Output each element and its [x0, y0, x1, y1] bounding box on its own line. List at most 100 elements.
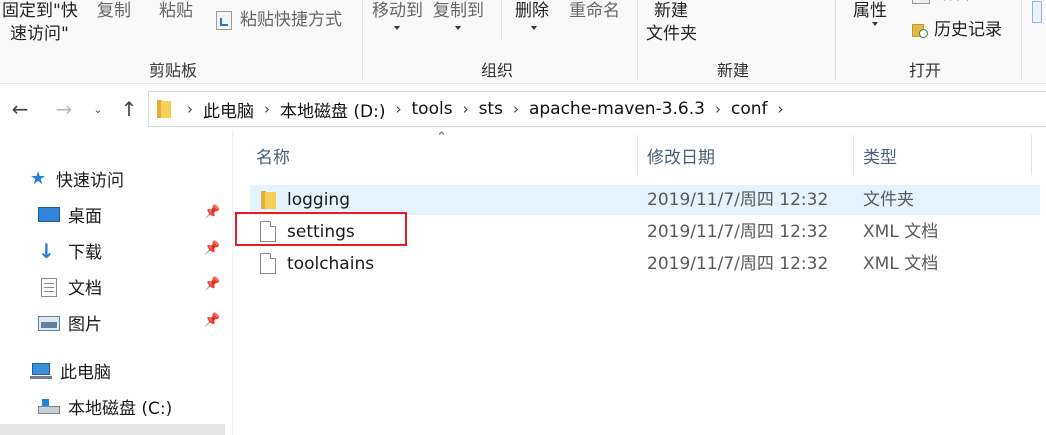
- history-icon: [912, 22, 928, 38]
- new-folder-button[interactable]: 新建 文件夹: [646, 1, 697, 44]
- sidebar-drive-c[interactable]: 本地磁盘 (C:): [38, 394, 172, 419]
- rename-button[interactable]: 重命名: [569, 1, 620, 21]
- history-button[interactable]: 历史记录: [912, 20, 1002, 40]
- star-icon: ★: [30, 168, 47, 189]
- properties-dropdown-icon: [872, 22, 878, 26]
- breadcrumb-separator-icon[interactable]: ›: [715, 100, 721, 118]
- list-item[interactable]: logging 2019/11/7/周四 12:32 文件夹: [250, 185, 1040, 215]
- sidebar-this-pc[interactable]: 此电脑: [30, 358, 111, 383]
- pin-to-quick-access-button[interactable]: 固定到"快 速访问": [2, 1, 78, 44]
- column-header-name[interactable]: 名称: [256, 135, 636, 175]
- drive-icon: [38, 398, 60, 416]
- up-arrow-icon: ↑: [120, 97, 138, 121]
- breadcrumb-apache-maven[interactable]: apache-maven-3.6.3: [529, 99, 705, 119]
- move-to-button[interactable]: 移动到: [372, 1, 423, 21]
- annotation-highlight-box: [235, 212, 407, 246]
- breadcrumb-drive-d[interactable]: 本地磁盘 (D:): [280, 97, 386, 122]
- sidebar-item-desktop[interactable]: 桌面: [38, 202, 102, 227]
- folder-icon: [261, 191, 277, 209]
- paste-shortcut-icon: [216, 10, 232, 30]
- pin-icon[interactable]: 📌: [204, 277, 220, 292]
- organize-group-label: 组织: [481, 61, 514, 80]
- history-label: 历史记录: [934, 20, 1002, 40]
- file-date: 2019/11/7/周四 12:32: [647, 222, 829, 242]
- breadcrumb-separator-icon: ›: [187, 100, 193, 118]
- file-date: 2019/11/7/周四 12:32: [647, 190, 829, 210]
- sidebar-item-downloads[interactable]: ↓ 下载: [38, 238, 102, 264]
- sidebar-item-pictures[interactable]: 图片: [38, 310, 102, 335]
- ribbon: 固定到"快 速访问" 复制 粘贴 粘贴快捷方式 剪贴板 移动到 复制到 删除 重…: [0, 0, 1046, 84]
- new-folder-label-line2: 文件夹: [646, 24, 697, 44]
- edit-icon: [912, 0, 930, 4]
- document-icon: [38, 277, 60, 297]
- paste-shortcut-button[interactable]: 粘贴快捷方式: [216, 10, 342, 30]
- properties-button[interactable]: 属性: [853, 1, 887, 21]
- sidebar-drive-c-label: 本地磁盘 (C:): [68, 399, 173, 419]
- list-item[interactable]: toolchains 2019/11/7/周四 12:32 XML 文档: [250, 249, 1040, 279]
- forward-arrow-icon: →: [55, 97, 73, 121]
- sidebar-item-label: 桌面: [68, 207, 102, 227]
- sidebar-item-label: 图片: [68, 315, 102, 335]
- sidebar-quick-access[interactable]: ★ 快速访问: [30, 166, 124, 191]
- ribbon-divider: [835, 0, 836, 80]
- breadcrumb-separator-icon[interactable]: ›: [463, 100, 469, 118]
- ribbon-divider: [637, 0, 638, 80]
- back-arrow-icon: ←: [11, 97, 29, 121]
- sidebar-item-documents[interactable]: 文档: [38, 274, 102, 299]
- pin-icon[interactable]: 📌: [204, 313, 220, 328]
- forward-button[interactable]: →: [52, 96, 76, 122]
- file-type: XML 文档: [863, 222, 939, 242]
- delete-dropdown-icon: [531, 26, 537, 30]
- open-group-label: 打开: [909, 61, 942, 80]
- breadcrumb-separator-icon[interactable]: ›: [264, 100, 270, 118]
- sidebar-item-label: 文档: [68, 279, 102, 299]
- file-type: XML 文档: [863, 254, 939, 274]
- breadcrumb-separator-icon[interactable]: ›: [396, 100, 402, 118]
- column-divider[interactable]: [853, 135, 854, 175]
- desktop-icon: [38, 206, 60, 224]
- address-bar[interactable]: › 此电脑 › 本地磁盘 (D:) › tools › sts › apache…: [148, 91, 1046, 127]
- sidebar-selected-drive-d[interactable]: [0, 424, 225, 435]
- pin-icon[interactable]: 📌: [204, 241, 220, 256]
- edit-button[interactable]: 编辑: [912, 0, 970, 4]
- move-to-dropdown-icon: [394, 26, 400, 30]
- file-type: 文件夹: [863, 190, 914, 210]
- download-icon: ↓: [38, 238, 55, 263]
- paste-button[interactable]: 粘贴: [159, 1, 193, 21]
- new-folder-label-line1: 新建: [654, 1, 688, 21]
- pin-icon[interactable]: 📌: [204, 205, 220, 220]
- folder-icon: [157, 100, 171, 118]
- recent-locations-button[interactable]: ⌄: [90, 96, 106, 122]
- column-header-date[interactable]: 修改日期: [647, 135, 847, 175]
- copy-to-dropdown-icon: [455, 26, 461, 30]
- file-date: 2019/11/7/周四 12:32: [647, 254, 829, 274]
- copy-button[interactable]: 复制: [97, 1, 131, 21]
- ribbon-divider: [501, 0, 502, 40]
- select-all-icon[interactable]: [1032, 1, 1042, 23]
- ribbon-divider: [362, 0, 363, 80]
- breadcrumb-tools[interactable]: tools: [412, 99, 453, 119]
- pictures-icon: [38, 314, 60, 332]
- breadcrumb-sts[interactable]: sts: [479, 99, 503, 119]
- ribbon-divider: [1021, 0, 1022, 80]
- breadcrumb-this-pc[interactable]: 此电脑: [203, 97, 254, 122]
- column-divider[interactable]: [637, 135, 638, 175]
- edit-label: 编辑: [936, 0, 970, 4]
- sidebar-item-label: 下载: [68, 243, 102, 263]
- breadcrumb-separator-icon[interactable]: ›: [777, 100, 783, 118]
- file-icon: [260, 253, 276, 274]
- breadcrumb-conf[interactable]: conf: [731, 99, 768, 119]
- column-divider[interactable]: [1031, 135, 1032, 175]
- column-header-type[interactable]: 类型: [863, 135, 1023, 175]
- file-name: logging: [287, 190, 350, 210]
- breadcrumb-separator-icon[interactable]: ›: [513, 100, 519, 118]
- clipboard-group-label: 剪贴板: [149, 61, 198, 80]
- delete-button[interactable]: 删除: [515, 1, 549, 21]
- copy-to-button[interactable]: 复制到: [433, 1, 484, 21]
- back-button[interactable]: ←: [8, 96, 32, 122]
- new-group-label: 新建: [717, 61, 750, 80]
- pin-label-line1: 固定到"快: [2, 1, 78, 21]
- pane-divider[interactable]: [232, 130, 233, 435]
- up-button[interactable]: ↑: [118, 96, 140, 122]
- computer-icon: [30, 362, 52, 380]
